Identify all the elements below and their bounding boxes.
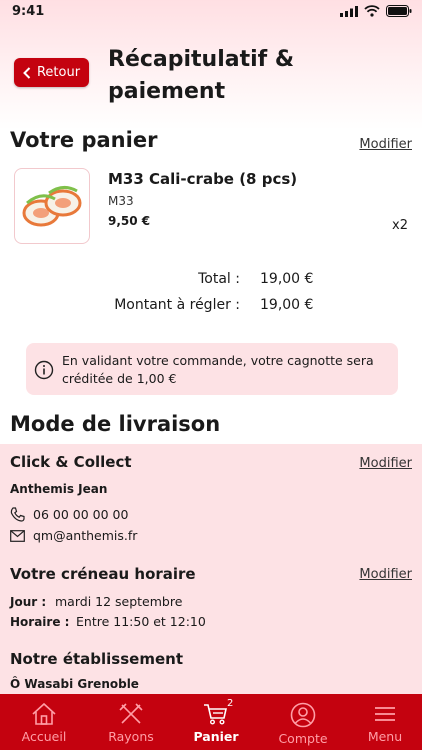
phone-icon [10, 507, 25, 522]
cutlery-icon [119, 703, 143, 724]
time-slot-title: Votre créneau horaire [10, 565, 196, 583]
status-icons [340, 5, 412, 17]
shop-title: Notre établissement [10, 650, 183, 668]
cart-badge: 2 [227, 698, 234, 709]
cashback-notice: En validant votre commande, votre cagnot… [26, 343, 398, 395]
delivery-edit-link[interactable]: Modifier [359, 456, 412, 471]
cashback-notice-text: En validant votre commande, votre cagnot… [62, 353, 374, 386]
tab-panier-label: Panier [193, 729, 239, 744]
tab-rayons[interactable]: Rayons [88, 694, 174, 750]
day-value: mardi 12 septembre [55, 594, 183, 609]
back-button-label: Retour [36, 65, 81, 80]
tab-menu-label: Menu [367, 729, 403, 744]
cart-edit-link[interactable]: Modifier [359, 137, 412, 152]
account-icon [290, 702, 316, 728]
tab-panier[interactable]: Panier [174, 694, 258, 750]
tab-accueil-label: Accueil [21, 729, 67, 744]
due-label: Montant à régler : [114, 297, 240, 313]
chevron-left-icon [23, 66, 31, 79]
cart-section-title: Votre panier [10, 128, 158, 152]
day-label: Jour : [10, 595, 47, 609]
time-label: Horaire : [10, 615, 70, 629]
product-code: M33 [108, 194, 134, 208]
product-price: 9,50 € [108, 214, 151, 228]
time-value: Entre 11:50 et 12:10 [76, 614, 206, 629]
product-image [14, 168, 90, 244]
total-label: Total : [198, 271, 240, 287]
tab-rayons-label: Rayons [108, 729, 154, 744]
page-title: Récapitulatif & paiement [108, 47, 295, 104]
time-slot-edit-link[interactable]: Modifier [359, 567, 412, 582]
status-bar: 9:41 [0, 0, 422, 24]
delivery-mode: Click & Collect [10, 453, 132, 471]
menu-icon [375, 707, 395, 721]
home-icon [32, 702, 56, 725]
delivery-panel: Click & Collect Modifier Anthemis Jean 0… [0, 444, 422, 694]
battery-icon [386, 5, 412, 17]
product-quantity: x2 [392, 218, 408, 233]
info-icon [34, 360, 54, 380]
status-time: 9:41 [12, 4, 45, 19]
tab-bar: Accueil Rayons Panier 2 Compte Menu [0, 694, 422, 750]
signal-icon [340, 5, 358, 17]
total-value: 19,00 € [260, 271, 314, 287]
tab-compte[interactable]: Compte [258, 694, 348, 750]
customer-name: Anthemis Jean [10, 482, 108, 496]
delivery-section-title: Mode de livraison [10, 412, 221, 436]
shop-name: Ô Wasabi Grenoble [10, 677, 139, 691]
tab-compte-label: Compte [278, 731, 328, 746]
customer-email: qm@anthemis.fr [33, 528, 138, 543]
customer-phone: 06 00 00 00 00 [33, 507, 129, 522]
wifi-icon [364, 5, 380, 17]
product-name: M33 Cali-crabe (8 pcs) [108, 170, 298, 188]
email-icon [10, 530, 25, 542]
tab-accueil[interactable]: Accueil [0, 694, 88, 750]
cart-icon [204, 704, 227, 725]
back-button[interactable]: Retour [14, 58, 89, 87]
tab-menu[interactable]: Menu [348, 694, 422, 750]
due-value: 19,00 € [260, 297, 314, 313]
